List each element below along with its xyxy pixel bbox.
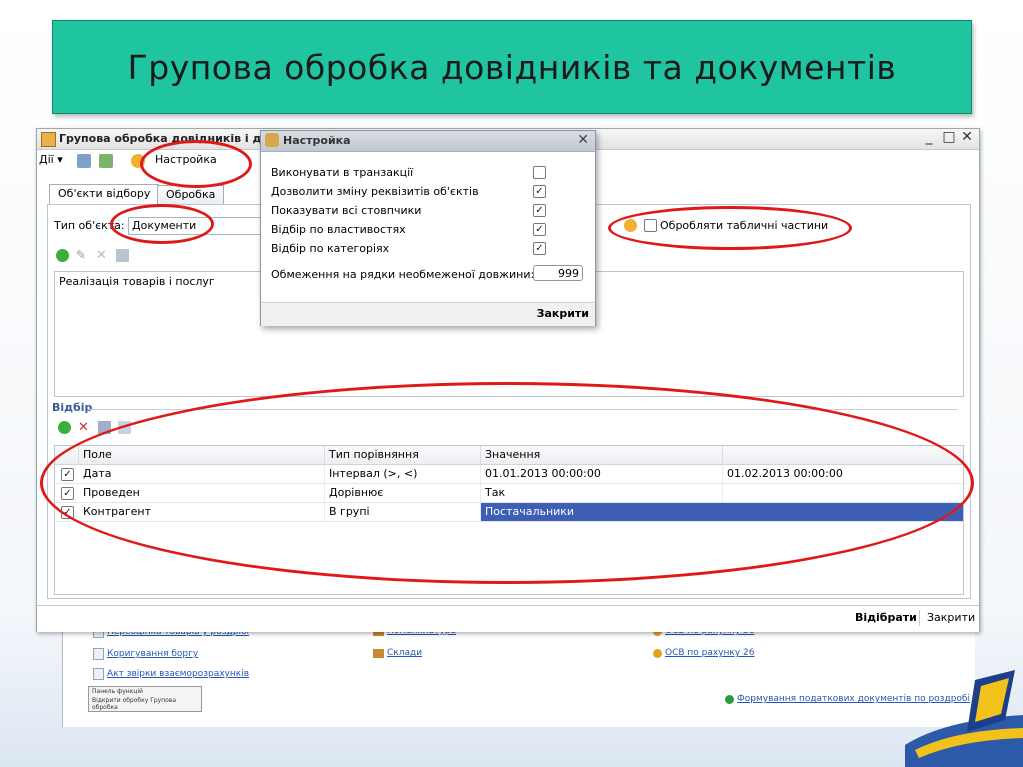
option-show-columns-label: Показувати всі стовпчики bbox=[271, 204, 422, 217]
document-icon bbox=[93, 648, 104, 660]
row-field: Контрагент bbox=[79, 503, 325, 521]
function-panel[interactable]: Панель функцій Відкрити обробку Групова … bbox=[88, 686, 202, 712]
document-icon bbox=[93, 668, 104, 680]
table-row[interactable]: ✓ Дата Інтервал (>, <) 01.01.2013 00:00:… bbox=[55, 465, 963, 484]
option-allow-edit-label: Дозволити зміну реквізитів об'єктів bbox=[271, 185, 479, 198]
option-filter-categories-label: Відбір по категоріях bbox=[271, 242, 390, 255]
row-value[interactable]: Так bbox=[481, 484, 723, 502]
table-row[interactable]: ✓ Проведен Дорівнює Так bbox=[55, 484, 963, 503]
catalog-icon bbox=[373, 648, 384, 658]
up-icon[interactable] bbox=[77, 154, 91, 168]
row-value-selected[interactable]: Постачальники bbox=[481, 503, 963, 521]
close-button[interactable]: Закрити bbox=[927, 611, 975, 624]
row-comparison[interactable]: Інтервал (>, <) bbox=[325, 465, 481, 483]
table-row[interactable]: ✓ Контрагент В групі Постачальники bbox=[55, 503, 963, 522]
link-reconciliation-act[interactable]: Акт звірки взаєморозрахунків bbox=[93, 668, 249, 680]
row-field: Проведен bbox=[79, 484, 325, 502]
dialog-close-icon[interactable]: ✕ bbox=[577, 132, 589, 148]
filter-group-header: Відбір bbox=[52, 401, 93, 414]
option-transaction-checkbox[interactable] bbox=[533, 166, 546, 179]
table-icon[interactable] bbox=[116, 249, 129, 262]
link-debt-adjustment[interactable]: Коригування боргу bbox=[93, 648, 198, 660]
dialog-title: Настройка bbox=[283, 134, 351, 147]
page-icon[interactable] bbox=[118, 421, 131, 434]
option-filter-properties-label: Відбір по властивостях bbox=[271, 223, 406, 236]
save-icon[interactable] bbox=[99, 154, 113, 168]
toolbar: Дії ▾ Настройка bbox=[37, 150, 267, 172]
close-window-button[interactable]: ✕ bbox=[959, 129, 975, 145]
edit-icon[interactable]: ✎ bbox=[76, 249, 89, 262]
row-field: Дата bbox=[79, 465, 325, 483]
function-panel-text: Відкрити обробку Групова обробка bbox=[92, 697, 177, 711]
dropdown-icon[interactable] bbox=[624, 219, 637, 232]
option-allow-edit-checkbox[interactable]: ✓ bbox=[533, 185, 546, 198]
limit-label: Обмеження на рядки необмеженої довжини: bbox=[271, 268, 535, 281]
object-type-label: Тип об'єкта: bbox=[54, 219, 125, 232]
dialog-body: Виконувати в транзакції Дозволити зміну … bbox=[261, 152, 595, 302]
option-transaction-label: Виконувати в транзакції bbox=[271, 166, 414, 179]
copy-filter-icon[interactable] bbox=[98, 421, 111, 434]
window-title: Групова обробка довідників і до bbox=[59, 132, 269, 145]
delete-filter-icon[interactable]: ✕ bbox=[78, 421, 91, 434]
wrench-icon bbox=[265, 133, 279, 147]
dialog-title-bar[interactable]: Настройка ✕ bbox=[261, 131, 595, 152]
row-checkbox[interactable]: ✓ bbox=[61, 487, 74, 500]
filter-table-header: Поле Тип порівняння Значення bbox=[55, 446, 963, 465]
window-bottom-bar: Відібрати Закрити bbox=[37, 605, 979, 632]
row-value2[interactable] bbox=[723, 484, 963, 502]
play-icon bbox=[725, 694, 734, 704]
row-comparison[interactable]: Дорівнює bbox=[325, 484, 481, 502]
filter-divider bbox=[88, 409, 958, 410]
minimize-button[interactable]: _ bbox=[921, 129, 937, 145]
dialog-close-button[interactable]: Закрити bbox=[537, 307, 589, 320]
function-panel-title: Панель функцій bbox=[92, 688, 143, 695]
option-filter-properties-checkbox[interactable]: ✓ bbox=[533, 223, 546, 236]
filter-table: Поле Тип порівняння Значення ✓ Дата Інте… bbox=[54, 445, 964, 595]
column-header-field[interactable]: Поле bbox=[79, 446, 325, 464]
maximize-button[interactable]: □ bbox=[941, 129, 957, 145]
slide-title: Групова обробка довідників та документів bbox=[127, 47, 897, 87]
row-checkbox[interactable]: ✓ bbox=[61, 468, 74, 481]
add-filter-icon[interactable] bbox=[58, 421, 71, 434]
link-osv-26[interactable]: ОСВ по рахунку 26 bbox=[653, 648, 755, 658]
column-header-value[interactable]: Значення bbox=[481, 446, 723, 464]
row-value2[interactable]: 01.02.2013 00:00:00 bbox=[723, 465, 963, 483]
column-header-value2 bbox=[723, 446, 963, 464]
process-tables-label: Обробляти табличні частини bbox=[660, 219, 829, 232]
vendor-logo-icon bbox=[905, 670, 1023, 767]
tab-selection-objects[interactable]: Об'єкти відбору bbox=[49, 184, 160, 205]
dialog-footer: Закрити bbox=[261, 302, 595, 326]
app-icon bbox=[41, 132, 56, 147]
option-filter-categories-checkbox[interactable]: ✓ bbox=[533, 242, 546, 255]
row-checkbox[interactable]: ✓ bbox=[61, 506, 74, 519]
settings-dialog: Настройка ✕ Виконувати в транзакції Дозв… bbox=[260, 130, 596, 326]
delete-icon[interactable]: ✕ bbox=[96, 249, 109, 262]
tab-processing[interactable]: Обробка bbox=[157, 185, 225, 204]
list-item[interactable]: Реалізація товарів і послуг bbox=[59, 275, 215, 288]
slide-title-box: Групова обробка довідників та документів bbox=[52, 20, 972, 114]
add-icon[interactable] bbox=[56, 249, 69, 262]
report-icon bbox=[653, 648, 662, 658]
select-button[interactable]: Відібрати bbox=[855, 611, 917, 624]
link-warehouses[interactable]: Склади bbox=[373, 648, 422, 658]
actions-menu[interactable]: Дії ▾ bbox=[39, 153, 63, 166]
column-header-comparison[interactable]: Тип порівняння bbox=[325, 446, 481, 464]
settings-button[interactable]: Настройка bbox=[155, 153, 217, 166]
help-icon[interactable] bbox=[131, 154, 145, 168]
limit-input[interactable]: 999 bbox=[533, 265, 583, 281]
row-value[interactable]: 01.01.2013 00:00:00 bbox=[481, 465, 723, 483]
row-comparison[interactable]: В групі bbox=[325, 503, 481, 521]
option-show-columns-checkbox[interactable]: ✓ bbox=[533, 204, 546, 217]
process-tables-checkbox[interactable] bbox=[644, 219, 657, 232]
